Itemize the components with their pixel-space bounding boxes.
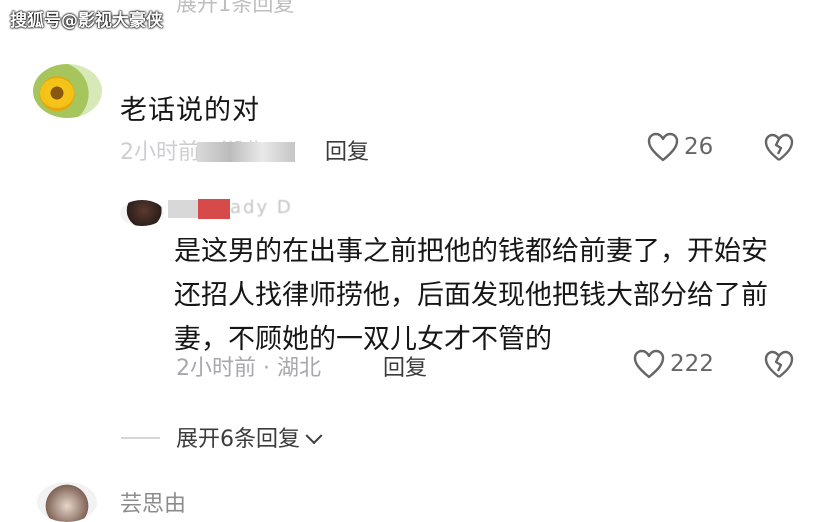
blurred-username: ady D bbox=[230, 197, 293, 218]
dislike-broken-heart-icon[interactable] bbox=[763, 132, 795, 164]
username[interactable]: 芸思由 bbox=[120, 486, 186, 518]
reply-button[interactable]: 回复 bbox=[383, 350, 427, 382]
chevron-down-icon bbox=[305, 427, 323, 445]
avatar[interactable] bbox=[37, 482, 97, 522]
comment-location: 湖北 bbox=[277, 356, 322, 381]
watermark: 搜狐号@影视大豪侠 bbox=[10, 11, 163, 31]
like-count: 26 bbox=[684, 134, 714, 160]
blurred-username bbox=[198, 199, 230, 219]
like-heart-icon[interactable] bbox=[646, 131, 680, 165]
like-heart-icon[interactable] bbox=[632, 348, 666, 382]
blurred-username bbox=[168, 200, 198, 218]
expand-previous-replies[interactable]: 展开1条回复 bbox=[176, 0, 294, 18]
avatar[interactable] bbox=[120, 200, 164, 226]
comment-time: 2小时前 bbox=[120, 140, 200, 165]
expand-replies-button[interactable]: 展开6条回复 bbox=[176, 421, 323, 453]
meta-separator: · bbox=[263, 356, 270, 381]
comment-text: 老话说的对 bbox=[120, 95, 260, 126]
comment-time: 2小时前 bbox=[176, 356, 256, 381]
like-count: 222 bbox=[670, 351, 714, 377]
dislike-broken-heart-icon[interactable] bbox=[763, 349, 795, 381]
reply-button[interactable]: 回复 bbox=[325, 134, 369, 166]
comment-meta: 2小时前 · 湖北 bbox=[176, 350, 321, 382]
divider bbox=[121, 437, 160, 439]
reply-text: 是这男的在出事之前把他的钱都给前妻了，开始安还招人找律师捞他，后面发现他把钱大部… bbox=[174, 236, 768, 355]
sunflower-icon bbox=[40, 78, 74, 108]
expand-replies-label: 展开6条回复 bbox=[176, 427, 300, 452]
blurred-username bbox=[197, 142, 295, 162]
